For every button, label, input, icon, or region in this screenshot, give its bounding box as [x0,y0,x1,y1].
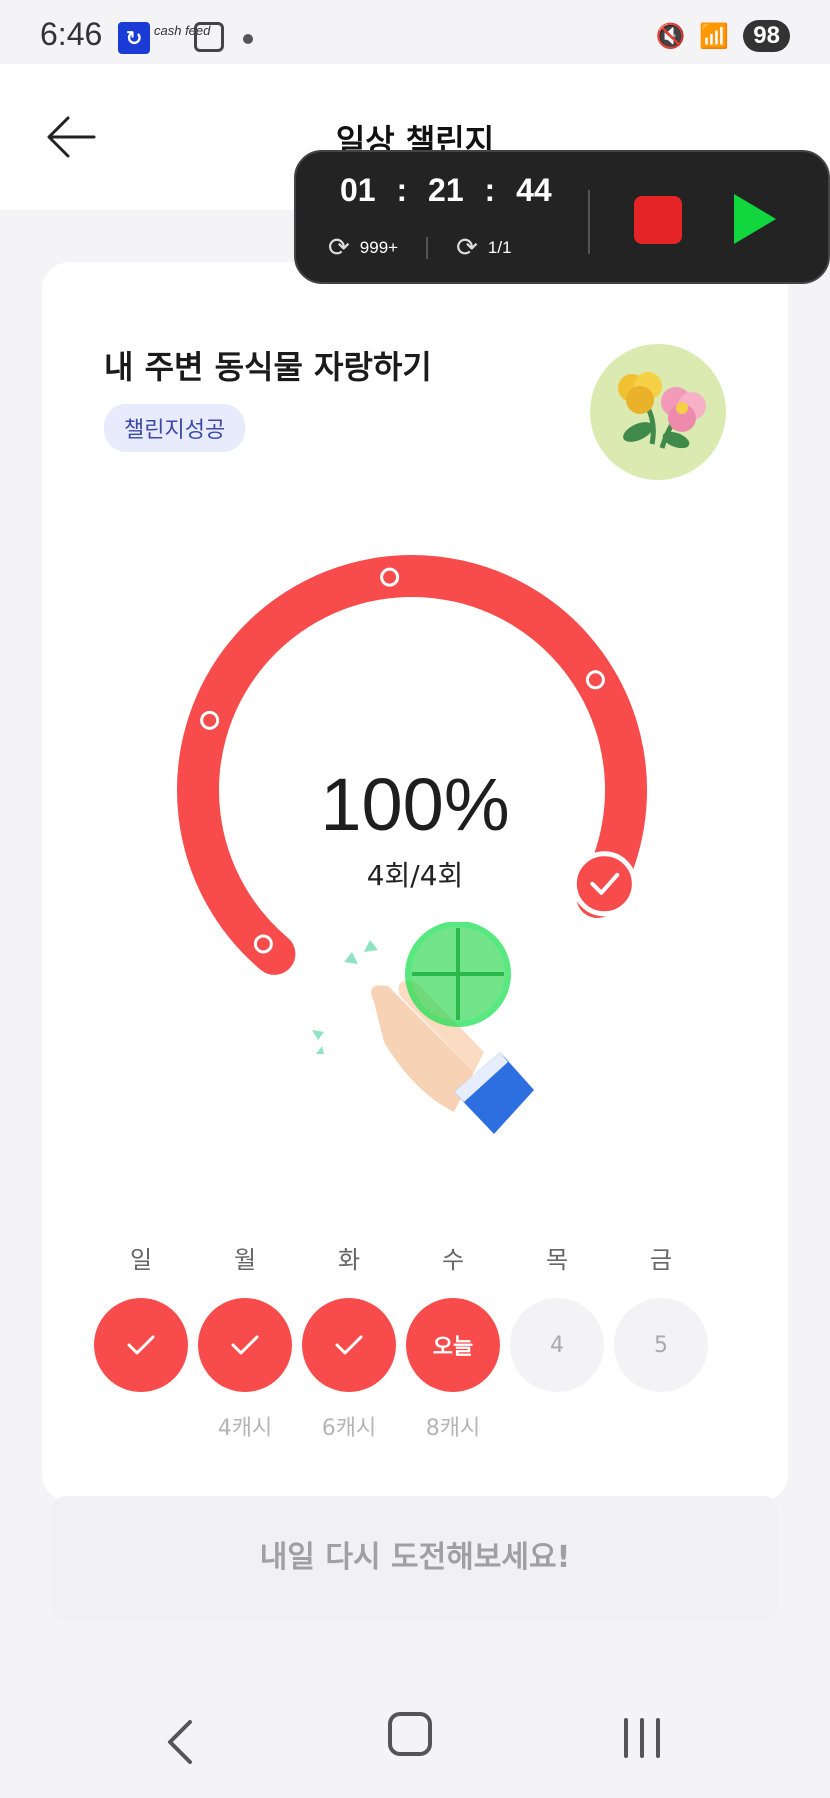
day-label: 금 [649,1246,673,1274]
notification-dot-icon [243,34,253,44]
day-thu: 목 4 [510,1240,604,1440]
day-circle-future: 4 [510,1298,604,1392]
day-label: 목 [545,1246,569,1274]
day-wed: 수 오늘 8캐시 [406,1240,500,1441]
day-reward: 4캐시 [217,1416,273,1441]
nav-back-button[interactable] [152,1712,212,1772]
day-circle-today[interactable]: 오늘 [406,1298,500,1392]
clapping-hands-image [304,921,544,1162]
loop-progress: 1/1 [487,237,512,257]
clap-icon [312,921,534,1134]
check-icon [127,1335,155,1355]
day-label: 수 [441,1246,465,1274]
day-tue: 화 6캐시 [302,1240,396,1441]
loop-dashed-icon: ⟳ [456,232,478,262]
day-reward [94,1410,188,1440]
day-fri: 금 5 [614,1240,708,1440]
system-nav-bar [0,1672,830,1798]
day-reward [614,1410,708,1440]
day-circle-future: 5 [614,1298,708,1392]
refresh-app-icon: ↻ [118,22,150,54]
challenge-card: 내 주변 동식물 자랑하기 챌린지성공 100% 4회/4회 일 월 4캐시 화… [42,262,788,1502]
recorder-timer: 01 : 21 : 44 [340,172,552,208]
check-icon [335,1335,363,1355]
flower-icon [618,372,706,449]
day-label: 월 [233,1246,257,1274]
day-reward [510,1410,604,1440]
day-reward: 8캐시 [425,1416,481,1441]
recorder-loop-info: ⟳ 999+ ⟳ 1/1 [328,232,512,263]
day-circle-done [198,1298,292,1392]
screenshot-app-icon [194,22,224,52]
status-icons: 🔇 📶 98 [656,20,790,52]
progress-count: 4회/4회 [366,859,464,892]
status-badge: 챌린지성공 [104,404,246,452]
day-label: 화 [337,1246,361,1274]
day-sun: 일 [94,1240,188,1440]
challenge-title: 내 주변 동식물 자랑하기 [104,348,432,386]
day-mon: 월 4캐시 [198,1240,292,1441]
nav-recent-button[interactable] [620,1716,664,1760]
retry-tomorrow-button[interactable]: 내일 다시 도전해보세요! [52,1496,778,1620]
progress-percent: 100% [320,763,510,846]
battery-indicator: 98 [743,20,790,52]
flower-image [590,344,726,480]
screen-recorder-overlay[interactable]: 01 : 21 : 44 ⟳ 999+ ⟳ 1/1 [294,150,830,284]
status-bar: 6:46 ↻ cash feed 🔇 📶 98 [0,0,830,64]
recorder-divider [588,190,590,254]
nav-home-button[interactable] [388,1712,432,1756]
loop-count: 999+ [359,237,399,257]
recorder-separator [426,236,429,259]
status-time: 6:46 [40,16,103,52]
day-label: 일 [129,1246,153,1274]
chevron-left-icon [168,1720,192,1764]
recent-apps-icon [624,1718,660,1758]
day-circle-done [302,1298,396,1392]
play-button[interactable] [734,194,776,244]
mute-icon: 🔇 [655,22,686,50]
loop-icon: ⟳ [328,232,350,262]
wifi-icon: 📶 [699,22,730,50]
day-circle-done [94,1298,188,1392]
check-icon [231,1335,259,1355]
stop-button[interactable] [634,196,682,244]
day-reward: 6캐시 [321,1416,377,1441]
